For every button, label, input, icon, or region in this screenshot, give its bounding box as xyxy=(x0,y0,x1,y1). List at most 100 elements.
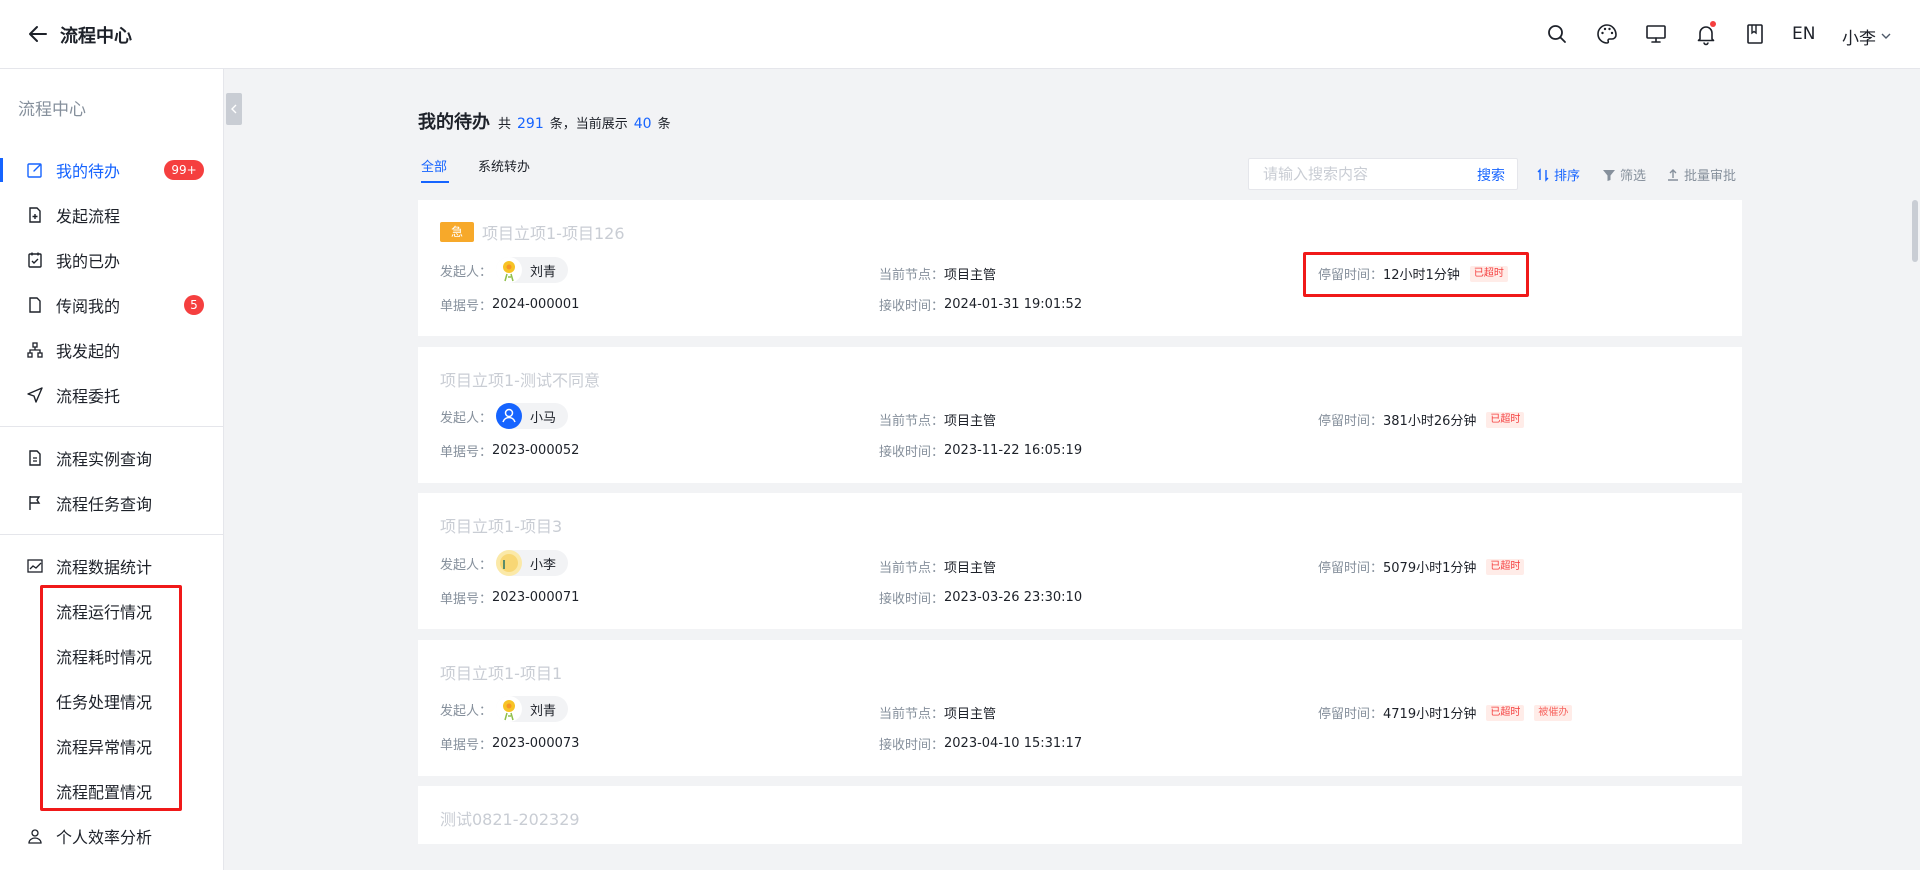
initiator-name: 小李 xyxy=(530,557,557,573)
chevron-down-icon xyxy=(1880,27,1892,47)
node-field: 当前节点： 项目主管 xyxy=(879,557,996,576)
flag-icon xyxy=(26,494,44,512)
language-switch[interactable]: EN xyxy=(1792,24,1815,44)
user-chart-icon xyxy=(26,827,44,845)
initiator-field: 发起人： 刘青 xyxy=(440,257,569,283)
doc-no-value: 2023-000052 xyxy=(492,443,580,458)
search-box: 搜索 xyxy=(1248,158,1518,190)
initiator-label: 发起人： xyxy=(440,703,493,719)
bell-icon[interactable] xyxy=(1694,21,1718,46)
user-menu[interactable]: 小李 xyxy=(1842,24,1892,49)
sidebar-item-statistics[interactable]: 流程数据统计 xyxy=(0,546,224,586)
search-icon[interactable] xyxy=(1545,22,1569,46)
book-icon[interactable] xyxy=(1743,22,1767,46)
initiator-label: 发起人： xyxy=(440,557,493,573)
tab-system-transfer[interactable]: 系统转办 xyxy=(478,156,530,175)
sort-button[interactable]: 排序 xyxy=(1536,165,1580,184)
sidebar-item-label: 任务处理情况 xyxy=(56,693,153,712)
user-name: 小李 xyxy=(1842,29,1876,49)
overdue-tag: 已超时 xyxy=(1486,411,1525,428)
sidebar-item-label: 流程任务查询 xyxy=(56,495,153,514)
filter-icon xyxy=(1603,169,1615,181)
urgent-badge: 急 xyxy=(440,222,474,242)
sidebar-item-my-initiated[interactable]: 我发起的 xyxy=(0,330,224,370)
tab-all[interactable]: 全部 xyxy=(421,156,447,175)
chevron-left-icon xyxy=(231,104,237,114)
sidebar-item-delegation[interactable]: 流程委托 xyxy=(0,375,224,415)
filter-button[interactable]: 筛选 xyxy=(1602,165,1646,184)
sidebar-item-circulated[interactable]: 传阅我的 5 xyxy=(0,285,224,325)
sidebar-divider xyxy=(0,426,224,427)
sidebar-item-efficiency[interactable]: 个人效率分析 xyxy=(0,816,224,856)
doc-no-label: 单据号： xyxy=(440,299,493,314)
todo-card[interactable]: 项目立项1-项目1 发起人： 刘青 当前节点： 项目主管 停留时间： 4719小… xyxy=(418,640,1742,776)
card-title-text: 项目立项1-测试不同意 xyxy=(440,371,600,390)
app-title: 流程中心 xyxy=(60,26,132,47)
todo-card[interactable]: 项目立项1-测试不同意 发起人： 小马 当前节点： 项目主管 停留时间： 381… xyxy=(418,347,1742,483)
sidebar-item-label: 流程运行情况 xyxy=(56,603,153,622)
sidebar-item-run-status[interactable]: 流程运行情况 xyxy=(0,591,224,631)
card-title-text: 项目立项1-项目3 xyxy=(440,517,563,536)
stay-time-label: 停留时间： xyxy=(1318,268,1384,283)
node-label: 当前节点： xyxy=(879,561,945,576)
sidebar-item-label: 流程耗时情况 xyxy=(56,648,153,667)
stay-time-label: 停留时间： xyxy=(1318,561,1384,576)
sidebar-collapse-button[interactable] xyxy=(226,93,242,125)
todo-card[interactable]: 急 项目立项1-项目126 发起人： 刘青 当前节点： 项目主管 停留时间： 1… xyxy=(418,200,1742,336)
initiator-chip[interactable]: 小马 xyxy=(496,403,569,429)
tab-active-indicator xyxy=(421,181,449,183)
search-button[interactable]: 搜索 xyxy=(1477,165,1505,185)
initiator-field: 发起人： 刘青 xyxy=(440,696,569,722)
palette-icon[interactable] xyxy=(1595,22,1619,46)
stay-time-label: 停留时间： xyxy=(1318,414,1384,429)
stay-time-value: 381小时26分钟 xyxy=(1383,414,1477,429)
node-label: 当前节点： xyxy=(879,414,945,429)
stay-time-value: 4719小时1分钟 xyxy=(1383,707,1477,722)
received-value: 2023-04-10 15:31:17 xyxy=(944,736,1083,751)
card-title: 测试0821-202329 xyxy=(440,806,580,830)
sidebar-title: 流程中心 xyxy=(18,100,86,120)
overdue-tag: 已超时 xyxy=(1486,558,1525,575)
sidebar-item-time-cost[interactable]: 流程耗时情况 xyxy=(0,636,224,676)
shown-count: 40 xyxy=(633,116,652,132)
doc-no-label: 单据号： xyxy=(440,738,493,753)
sidebar-divider xyxy=(0,534,224,535)
stay-time-label: 停留时间： xyxy=(1318,707,1384,722)
sidebar-item-label: 发起流程 xyxy=(56,207,121,226)
search-input[interactable] xyxy=(1263,165,1443,183)
file-icon xyxy=(26,296,44,314)
sidebar-item-my-done[interactable]: 我的已办 xyxy=(0,240,224,280)
todo-count-badge: 99+ xyxy=(164,160,204,180)
total-prefix: 共 xyxy=(498,117,512,132)
sidebar-item-task-handling[interactable]: 任务处理情况 xyxy=(0,681,224,721)
monitor-icon[interactable] xyxy=(1644,22,1668,46)
batch-approve-button[interactable]: 批量审批 xyxy=(1666,165,1736,184)
sidebar-item-exceptions[interactable]: 流程异常情况 xyxy=(0,726,224,766)
sidebar-item-instance-query[interactable]: 流程实例查询 xyxy=(0,438,224,478)
sidebar-item-label: 流程实例查询 xyxy=(56,450,153,469)
send-icon xyxy=(26,386,44,404)
scrollbar-thumb[interactable] xyxy=(1912,200,1918,262)
received-field: 接收时间： 2024-01-31 19:01:52 xyxy=(879,295,1082,314)
avatar xyxy=(496,550,523,576)
initiator-name: 刘青 xyxy=(530,264,557,280)
node-value: 项目主管 xyxy=(944,561,997,576)
edit-icon xyxy=(26,161,44,179)
doc-no-value: 2023-000071 xyxy=(492,590,580,605)
total-count: 291 xyxy=(517,116,544,132)
shown-suffix: 条 xyxy=(657,117,671,132)
node-value: 项目主管 xyxy=(944,414,997,429)
overdue-tag: 已超时 xyxy=(1486,704,1525,721)
sidebar-item-start-process[interactable]: 发起流程 xyxy=(0,195,224,235)
todo-card[interactable]: 测试0821-202329 xyxy=(418,786,1742,844)
back-arrow-icon[interactable] xyxy=(26,22,50,46)
initiator-chip[interactable]: 刘青 xyxy=(496,696,569,722)
initiator-chip[interactable]: 刘青 xyxy=(496,257,569,283)
sidebar-item-config-status[interactable]: 流程配置情况 xyxy=(0,771,224,811)
initiator-chip[interactable]: 小李 xyxy=(496,550,569,576)
sidebar-item-my-todo[interactable]: 我的待办 99+ xyxy=(0,150,224,190)
todo-card[interactable]: 项目立项1-项目3 发起人： 小李 当前节点： 项目主管 停留时间： 5079小… xyxy=(418,493,1742,629)
sidebar-item-task-query[interactable]: 流程任务查询 xyxy=(0,483,224,523)
sidebar-item-label: 我发起的 xyxy=(56,342,121,361)
node-label: 当前节点： xyxy=(879,268,945,283)
